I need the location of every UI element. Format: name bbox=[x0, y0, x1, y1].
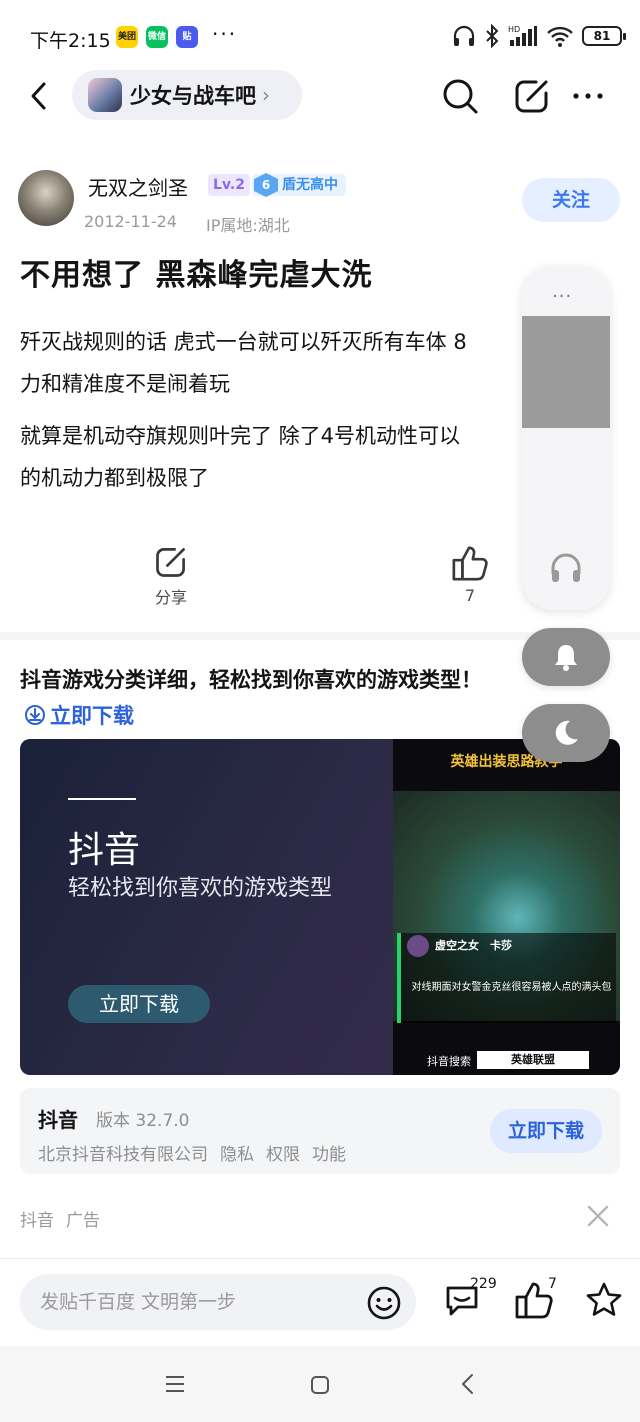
status-bar: 下午2:15 美团 微信 贴 ··· HD 81 bbox=[0, 0, 640, 68]
ad-developer: 北京抖音科技有限公司 bbox=[38, 1145, 208, 1165]
reply-input[interactable]: 发贴千百度 文明第一步 bbox=[20, 1274, 416, 1330]
emoji-icon[interactable] bbox=[366, 1285, 402, 1321]
ad-headline[interactable]: 抖音游戏分类详细，轻松找到你喜欢的游戏类型！ bbox=[20, 664, 482, 694]
wifi-icon bbox=[547, 26, 573, 47]
ad-banner-tagline: 轻松找到你喜欢的游戏类型 bbox=[68, 876, 333, 901]
nav-back-icon[interactable] bbox=[458, 1372, 478, 1396]
signal-icon: HD bbox=[508, 25, 537, 46]
share-icon bbox=[156, 548, 185, 577]
video-caption: 对线期面对女警金克丝很容易被人点的满头包 bbox=[411, 982, 612, 993]
home-icon[interactable] bbox=[309, 1374, 331, 1396]
share-icon[interactable] bbox=[512, 76, 552, 116]
hero-avatar bbox=[407, 935, 429, 957]
status-more-icon: ··· bbox=[212, 22, 238, 46]
do-not-disturb-button[interactable] bbox=[522, 704, 610, 762]
post-date: 2012-11-24 bbox=[84, 212, 177, 231]
bottom-separator bbox=[0, 1258, 640, 1259]
wechat-app-icon: 微信 bbox=[146, 26, 168, 48]
ad-banner[interactable]: 抖音 轻松找到你喜欢的游戏类型 立即下载 英雄出装思路教学 虚空之女 卡莎 对线… bbox=[20, 739, 620, 1075]
honor-badge: 6 盾无高中 bbox=[252, 173, 346, 197]
post-share-button[interactable]: 分享 bbox=[146, 544, 196, 608]
post-title: 不用想了 黑森峰完虐大洗 bbox=[20, 258, 373, 293]
moon-icon bbox=[555, 720, 578, 745]
video-hero-name: 虚空之女 卡莎 bbox=[435, 939, 512, 952]
close-icon[interactable] bbox=[584, 1202, 612, 1230]
comment-count: 229 bbox=[470, 1276, 497, 1292]
ad-app-meta: 北京抖音科技有限公司 隐私 权限 功能 bbox=[38, 1140, 346, 1165]
more-icon[interactable] bbox=[568, 76, 608, 116]
ad-source: 抖音 广告 bbox=[20, 1206, 100, 1231]
status-time: 下午2:15 bbox=[30, 30, 111, 52]
level-badge: Lv.2 bbox=[208, 174, 250, 196]
menu-icon[interactable] bbox=[164, 1374, 186, 1394]
battery-icon: 81 bbox=[582, 26, 626, 46]
tieba-app-icon: 贴 bbox=[176, 26, 198, 48]
honor-title: 盾无高中 bbox=[282, 177, 338, 193]
search-icon[interactable] bbox=[440, 76, 480, 116]
volume-slider[interactable] bbox=[522, 316, 610, 428]
video-hero-card: 虚空之女 卡莎 对线期面对女警金克丝很容易被人点的满头包 bbox=[397, 933, 616, 1023]
ad-app-version: 版本 32.7.0 bbox=[96, 1111, 190, 1131]
drag-handle-icon[interactable]: ··· bbox=[552, 286, 572, 307]
ad-app-info[interactable]: 抖音 版本 32.7.0 北京抖音科技有限公司 隐私 权限 功能 立即下载 bbox=[20, 1088, 620, 1174]
ad-download-label: 立即下载 bbox=[50, 704, 134, 728]
ad-banner-bar bbox=[68, 798, 136, 800]
post-ip-location: IP属地:湖北 bbox=[206, 216, 290, 235]
bottom-like-count: 7 bbox=[548, 1276, 557, 1292]
download-icon bbox=[25, 705, 45, 725]
post-like-button[interactable]: 7 bbox=[450, 544, 490, 605]
top-nav: 少女与战车吧 › bbox=[0, 68, 640, 124]
honor-level: 6 bbox=[254, 173, 278, 197]
back-icon[interactable] bbox=[24, 78, 54, 114]
ad-download-button[interactable]: 立即下载 bbox=[490, 1109, 602, 1153]
like-count: 7 bbox=[464, 586, 476, 605]
author-avatar[interactable] bbox=[18, 170, 74, 226]
ad-permissions-link[interactable]: 权限 bbox=[266, 1140, 300, 1165]
ring-mode-button[interactable] bbox=[522, 628, 610, 686]
meituan-app-icon: 美团 bbox=[116, 26, 138, 48]
ad-video-thumbnail[interactable]: 英雄出装思路教学 虚空之女 卡莎 对线期面对女警金克丝很容易被人点的满头包 抖音… bbox=[393, 739, 620, 1075]
bluetooth-icon bbox=[486, 24, 499, 48]
ad-banner-brand: 抖音 bbox=[68, 830, 141, 871]
floating-control-panel: ··· bbox=[522, 266, 610, 610]
star-icon[interactable] bbox=[584, 1280, 624, 1320]
share-label: 分享 bbox=[154, 588, 187, 607]
ad-privacy-link[interactable]: 隐私 bbox=[220, 1140, 254, 1165]
author-name[interactable]: 无双之剑圣 bbox=[88, 172, 188, 201]
video-search-label: 抖音搜索 bbox=[427, 1055, 471, 1068]
thumbs-up-icon bbox=[452, 546, 488, 581]
bell-icon bbox=[555, 645, 577, 671]
follow-button[interactable]: 关注 bbox=[522, 178, 620, 222]
ad-download-link[interactable]: 立即下载 bbox=[24, 700, 134, 730]
svg-text:HD: HD bbox=[508, 25, 520, 34]
headphones-icon bbox=[551, 553, 581, 582]
chevron-right-icon: › bbox=[262, 83, 270, 107]
ad-features-link[interactable]: 功能 bbox=[312, 1140, 346, 1165]
forum-name: 少女与战车吧 bbox=[130, 84, 256, 108]
forum-pill[interactable]: 少女与战车吧 › bbox=[72, 70, 302, 120]
status-right: HD 81 bbox=[452, 22, 626, 50]
ad-app-name: 抖音 bbox=[38, 1108, 78, 1132]
ad-label: 广告 bbox=[66, 1211, 100, 1231]
system-nav-bar bbox=[0, 1346, 640, 1422]
forum-avatar bbox=[88, 78, 122, 112]
ad-banner-download-button[interactable]: 立即下载 bbox=[68, 985, 210, 1023]
headphones-status-icon bbox=[453, 25, 475, 46]
video-search-term: 英雄联盟 bbox=[477, 1051, 589, 1069]
ad-source-name: 抖音 bbox=[20, 1211, 54, 1231]
